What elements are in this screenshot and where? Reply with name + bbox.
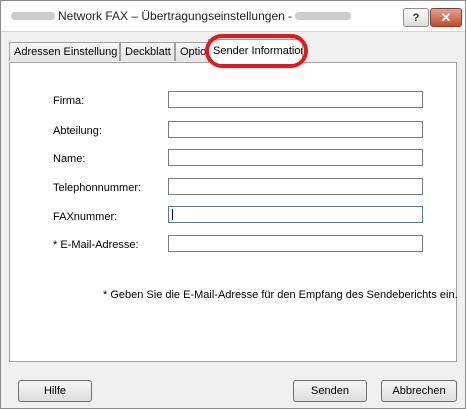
text-caret <box>172 209 173 220</box>
help-button[interactable]: Hilfe <box>18 380 92 402</box>
telephonnummer-label: Telephonnummer: <box>53 182 142 194</box>
tab-optionen[interactable]: Optior <box>175 42 209 61</box>
email-note: * Geben Sie die E-Mail-Adresse für den E… <box>103 289 458 301</box>
firma-label: Firma: <box>53 95 85 107</box>
close-icon[interactable]: ✕ <box>430 8 462 27</box>
faxnummer-label: FAXnummer: <box>53 211 118 223</box>
abteilung-label: Abteilung: <box>53 125 102 137</box>
email-label: * E-Mail-Adresse: <box>53 239 139 251</box>
abteilung-input[interactable] <box>168 121 423 138</box>
name-input[interactable] <box>168 149 423 166</box>
help-icon[interactable]: ? <box>403 8 429 27</box>
tab-deckblatt[interactable]: Deckblatt <box>120 42 175 61</box>
firma-input[interactable] <box>168 91 423 108</box>
tab-adressen-einstellung[interactable]: Adressen Einstellung <box>9 42 120 61</box>
redacted-text <box>295 12 352 20</box>
dialog-window: Network FAX – Übertragungseinstellungen … <box>0 0 466 409</box>
send-button[interactable]: Senden <box>293 380 367 402</box>
telephonnummer-input[interactable] <box>168 178 423 195</box>
faxnummer-input[interactable] <box>168 206 423 223</box>
window-title: Network FAX – Übertragungseinstellungen … <box>58 9 293 23</box>
title-bar: Network FAX – Übertragungseinstellungen … <box>1 1 465 32</box>
email-input[interactable] <box>168 235 423 252</box>
title-area: Network FAX – Übertragungseinstellungen … <box>11 9 352 23</box>
highlight-annotation <box>205 34 308 68</box>
sender-information-panel: Firma: Abteilung: Name: Telephonnummer: … <box>9 62 458 362</box>
name-label: Name: <box>53 153 86 165</box>
redacted-text <box>11 12 55 20</box>
cancel-button[interactable]: Abbrechen <box>381 380 457 402</box>
